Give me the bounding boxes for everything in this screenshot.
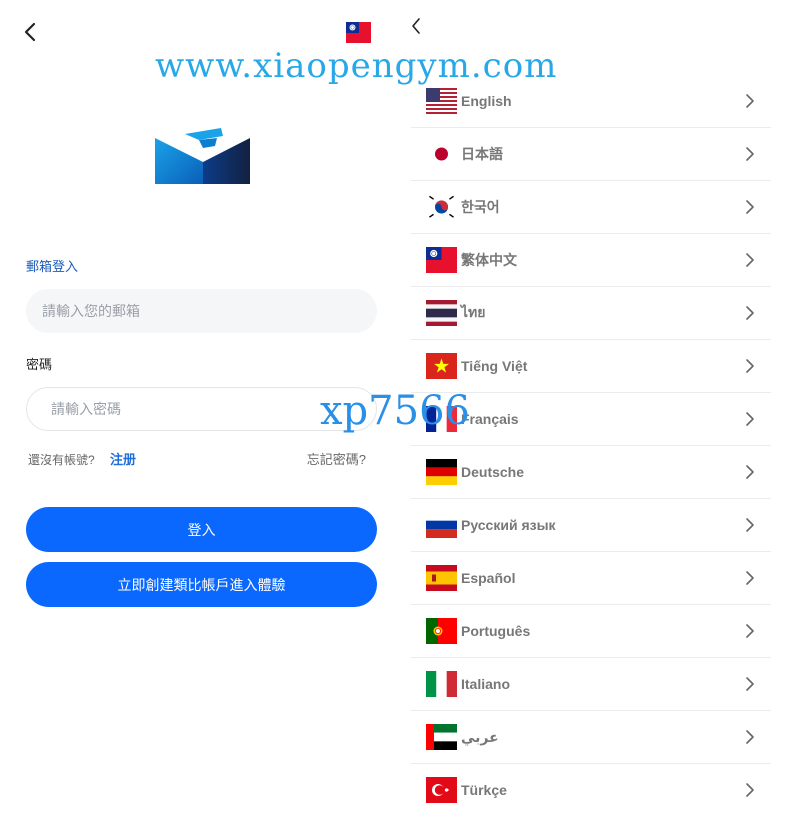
turkey-flag-icon	[426, 777, 457, 803]
chevron-right-icon	[746, 624, 754, 638]
france-flag-icon	[426, 406, 457, 432]
language-back-button[interactable]	[406, 14, 426, 38]
language-item-french[interactable]: Français	[411, 393, 771, 446]
usa-flag-icon	[426, 88, 457, 114]
chevron-right-icon	[746, 465, 754, 479]
language-item-turkish[interactable]: Türkçe	[411, 764, 771, 816]
chevron-right-icon	[746, 253, 754, 267]
vietnam-flag-icon	[426, 353, 457, 379]
no-account-text: 還沒有帳號?	[28, 453, 95, 467]
taiwan-flag-icon	[346, 22, 371, 43]
language-label: عربي	[461, 728, 499, 745]
language-selector-button[interactable]	[346, 22, 371, 43]
language-label: ไทย	[461, 304, 486, 320]
app-root: 郵箱登入 密碼 還沒有帳號? 注册 忘記密碼? 登入 立即創建類比帳戶進入體驗	[0, 0, 806, 840]
language-item-traditional-chinese[interactable]: 繁体中文	[411, 234, 771, 287]
language-item-english[interactable]: English	[411, 75, 771, 128]
portugal-flag-icon	[426, 618, 457, 644]
chevron-right-icon	[746, 412, 754, 426]
forgot-password-link[interactable]: 忘記密碼?	[307, 449, 366, 468]
chevron-right-icon	[746, 677, 754, 691]
language-item-vietnamese[interactable]: Tiếng Việt	[411, 340, 771, 393]
germany-flag-icon	[426, 459, 457, 485]
taiwan-flag-icon	[426, 247, 457, 273]
language-label: 繁体中文	[461, 252, 517, 268]
language-label: Türkçe	[461, 782, 507, 798]
language-item-spanish[interactable]: Español	[411, 552, 771, 605]
register-link[interactable]: 注册	[110, 449, 136, 468]
language-item-italian[interactable]: Italiano	[411, 658, 771, 711]
language-label: 한국어	[461, 199, 500, 215]
russia-flag-icon	[426, 512, 457, 538]
uae-flag-icon	[426, 724, 457, 750]
spain-flag-icon	[426, 565, 457, 591]
thailand-flag-icon	[426, 300, 457, 326]
brand-logo	[155, 128, 250, 184]
korea-flag-icon	[426, 194, 457, 220]
chevron-left-icon	[412, 18, 420, 34]
language-panel: English 日本語 한국어 繁体中文 ไทย Tiếng Việt Fran…	[400, 0, 806, 840]
login-button[interactable]: 登入	[26, 507, 377, 552]
language-label: 日本語	[461, 146, 503, 162]
language-label: Español	[461, 570, 516, 586]
chevron-right-icon	[746, 147, 754, 161]
language-item-japanese[interactable]: 日本語	[411, 128, 771, 181]
login-panel: 郵箱登入 密碼 還沒有帳號? 注册 忘記密碼? 登入 立即創建類比帳戶進入體驗	[0, 0, 400, 840]
chevron-right-icon	[746, 783, 754, 797]
language-label: Italiano	[461, 676, 511, 692]
language-label: English	[461, 93, 512, 109]
chevron-right-icon	[746, 306, 754, 320]
language-item-german[interactable]: Deutsche	[411, 446, 771, 499]
language-item-korean[interactable]: 한국어	[411, 181, 771, 234]
language-label: Deutsche	[461, 464, 525, 480]
language-label: Русский язык	[461, 517, 556, 533]
chevron-right-icon	[746, 94, 754, 108]
italy-flag-icon	[426, 671, 457, 697]
chevron-right-icon	[746, 359, 754, 373]
language-item-arabic[interactable]: عربي	[411, 711, 771, 764]
language-label: Tiếng Việt	[461, 358, 528, 374]
password-input[interactable]	[26, 387, 377, 431]
logo-icon	[155, 128, 250, 184]
japan-flag-icon	[426, 141, 457, 167]
language-item-russian[interactable]: Русский язык	[411, 499, 771, 552]
chevron-left-icon	[24, 22, 36, 42]
email-input[interactable]	[26, 289, 377, 333]
language-list: English 日本語 한국어 繁体中文 ไทย Tiếng Việt Fran…	[411, 75, 771, 816]
password-label: 密碼	[26, 357, 53, 372]
back-button[interactable]	[18, 20, 42, 44]
language-label: Português	[461, 623, 531, 639]
chevron-right-icon	[746, 730, 754, 744]
language-item-thai[interactable]: ไทย	[411, 287, 771, 340]
chevron-right-icon	[746, 518, 754, 532]
email-login-tab[interactable]: 郵箱登入	[26, 256, 78, 275]
language-item-portuguese[interactable]: Português	[411, 605, 771, 658]
chevron-right-icon	[746, 571, 754, 585]
chevron-right-icon	[746, 200, 754, 214]
create-demo-account-button[interactable]: 立即創建類比帳戶進入體驗	[26, 562, 377, 607]
language-label: Français	[461, 411, 519, 427]
